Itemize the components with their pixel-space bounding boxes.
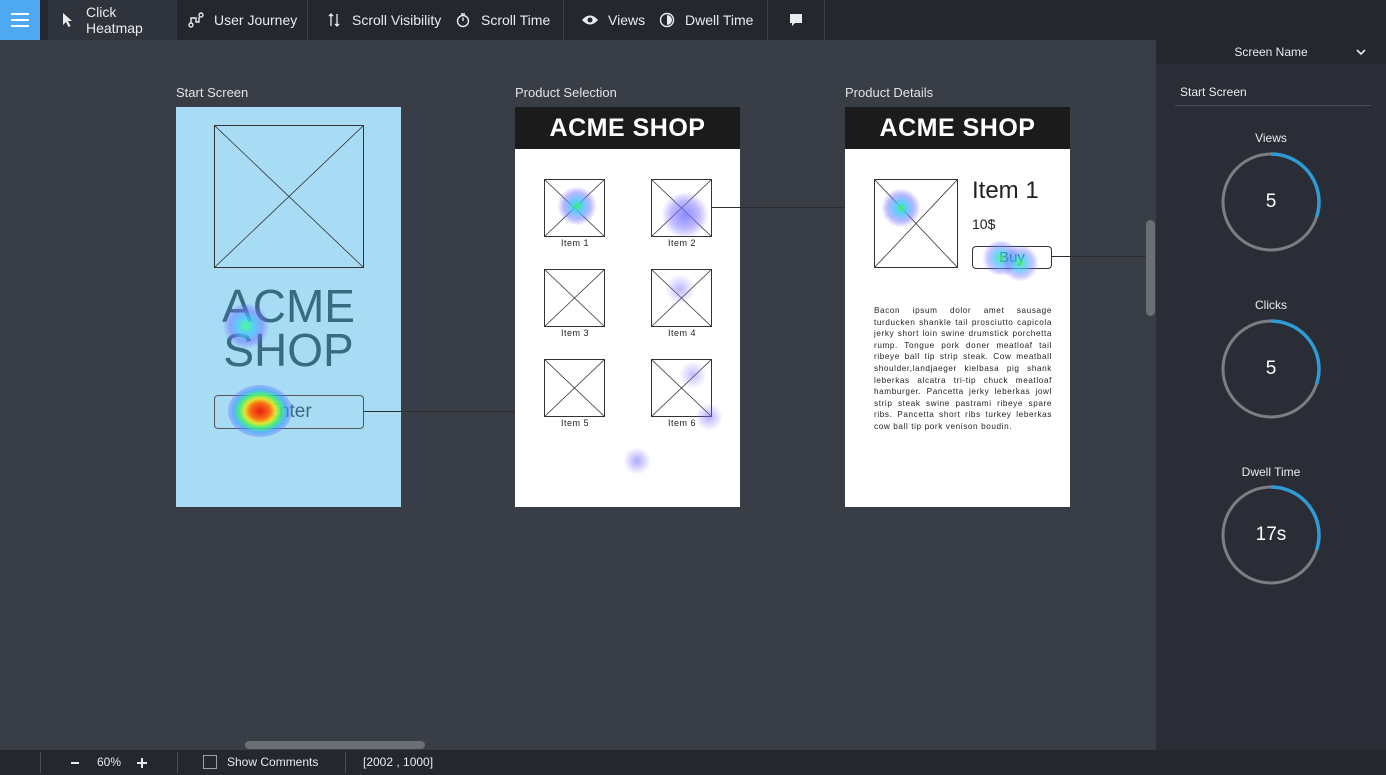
buy-button[interactable]: Buy [972, 246, 1052, 269]
scroll-time-button[interactable]: Scroll Time [453, 0, 550, 40]
journey-link [712, 207, 845, 208]
divider [177, 752, 178, 773]
product-image-placeholder [874, 179, 958, 268]
selected-screen-name: Start Screen [1180, 85, 1247, 99]
metrics-sidebar: Screen Name Start Screen Views 5 Clicks … [1156, 40, 1386, 775]
screen-label-start: Start Screen [176, 85, 249, 100]
dwell-time-label: Dwell Time [685, 12, 754, 28]
dropdown-label: Screen Name [1234, 45, 1308, 59]
item-thumb [651, 359, 712, 417]
views-value: 5 [1265, 191, 1277, 212]
product-price: 10$ [972, 216, 996, 232]
scroll-time-label: Scroll Time [481, 12, 551, 28]
comment-icon [786, 10, 806, 30]
product-selection-preview[interactable]: ACME SHOP Item 1 Item 2 Item 3 Item 4 It… [515, 107, 740, 507]
menu-icon [11, 13, 29, 15]
cursor-icon [58, 10, 78, 30]
dwell-time-value: 17s [1255, 524, 1287, 545]
heat-spot [623, 447, 651, 475]
views-label: Views [608, 12, 646, 28]
user-journey-label: User Journey [214, 12, 298, 28]
journey-link [364, 411, 515, 412]
item-caption: Item 4 [667, 328, 696, 338]
scroll-visibility-label: Scroll Visibility [352, 12, 442, 28]
eye-icon [580, 10, 600, 30]
zoom-out-button[interactable] [68, 750, 82, 775]
toolbar-divider [563, 0, 564, 40]
journey-icon [186, 10, 206, 30]
product-title: Item 1 [972, 177, 1039, 204]
item-caption: Item 6 [667, 418, 696, 428]
item-caption: Item 3 [560, 328, 589, 338]
stopwatch-icon [453, 10, 473, 30]
menu-icon [11, 19, 29, 21]
scroll-arrows-icon [324, 10, 344, 30]
divider [40, 752, 41, 773]
metric-label-clicks: Clicks [1255, 298, 1287, 312]
divider [345, 752, 346, 773]
shop-header: ACME SHOP [845, 107, 1070, 149]
click-heatmap-button[interactable]: Click Heatmap [48, 0, 177, 40]
screen-label-selection: Product Selection [515, 85, 617, 100]
brand-line-2: SHOP [223, 324, 354, 376]
show-comments-label: Show Comments [227, 755, 319, 769]
comments-button[interactable] [786, 0, 814, 40]
zoom-level: 60% [97, 755, 122, 769]
shop-header: ACME SHOP [515, 107, 740, 149]
horizontal-scrollbar[interactable] [245, 741, 425, 749]
item-thumb [651, 179, 712, 237]
metric-label-dwell-time: Dwell Time [1241, 465, 1301, 479]
enter-button[interactable]: Enter [214, 395, 364, 429]
plus-icon [137, 757, 147, 768]
brand-line-1: ACME [222, 280, 355, 332]
clicks-value: 5 [1265, 358, 1277, 379]
item-thumb [544, 179, 605, 237]
clicks-gauge: 5 [1221, 319, 1321, 419]
chevron-down-icon [1356, 49, 1366, 56]
heatmap-canvas[interactable]: Start Screen ACME SHOP Enter Product Sel… [0, 40, 1156, 750]
item-caption: Item 1 [560, 238, 589, 248]
cursor-coordinates: [2002 , 1000] [363, 755, 434, 769]
top-toolbar: Click Heatmap User Journey Scroll Visibi… [0, 0, 1386, 40]
bottom-statusbar: 60% Show Comments [2002 , 1000] [0, 750, 1386, 775]
toolbar-divider [824, 0, 825, 40]
item-thumb [651, 269, 712, 327]
menu-icon [11, 25, 29, 27]
screen-label-details: Product Details [845, 85, 934, 100]
dwell-icon [657, 10, 677, 30]
toolbar-divider [307, 0, 308, 40]
toolbar-divider [767, 0, 768, 40]
product-details-preview[interactable]: ACME SHOP Item 1 10$ Buy Bacon ipsum dol… [845, 107, 1070, 507]
menu-button[interactable] [0, 0, 40, 40]
views-gauge: 5 [1221, 152, 1321, 252]
show-comments-checkbox[interactable] [203, 755, 217, 769]
item-thumb [544, 269, 605, 327]
image-placeholder [214, 125, 364, 268]
minus-icon [71, 761, 79, 764]
product-description: Bacon ipsum dolor amet sausage turducken… [874, 306, 1052, 431]
scroll-visibility-button[interactable]: Scroll Visibility [324, 0, 441, 40]
user-journey-button[interactable]: User Journey [186, 0, 297, 40]
screen-name-dropdown[interactable]: Screen Name [1156, 40, 1386, 64]
item-caption: Item 2 [667, 238, 696, 248]
dwell-time-gauge: 17s [1221, 485, 1321, 585]
vertical-scrollbar[interactable] [1146, 220, 1155, 316]
start-screen-preview[interactable]: ACME SHOP Enter [176, 107, 401, 507]
dwell-time-button[interactable]: Dwell Time [657, 0, 753, 40]
item-caption: Item 5 [560, 418, 589, 428]
views-button[interactable]: Views [580, 0, 645, 40]
zoom-in-button[interactable] [135, 750, 149, 775]
item-thumb [544, 359, 605, 417]
metric-label-views: Views [1255, 131, 1287, 145]
click-heatmap-label: Click Heatmap [86, 4, 143, 36]
journey-link [1052, 256, 1156, 257]
divider [1175, 105, 1371, 106]
